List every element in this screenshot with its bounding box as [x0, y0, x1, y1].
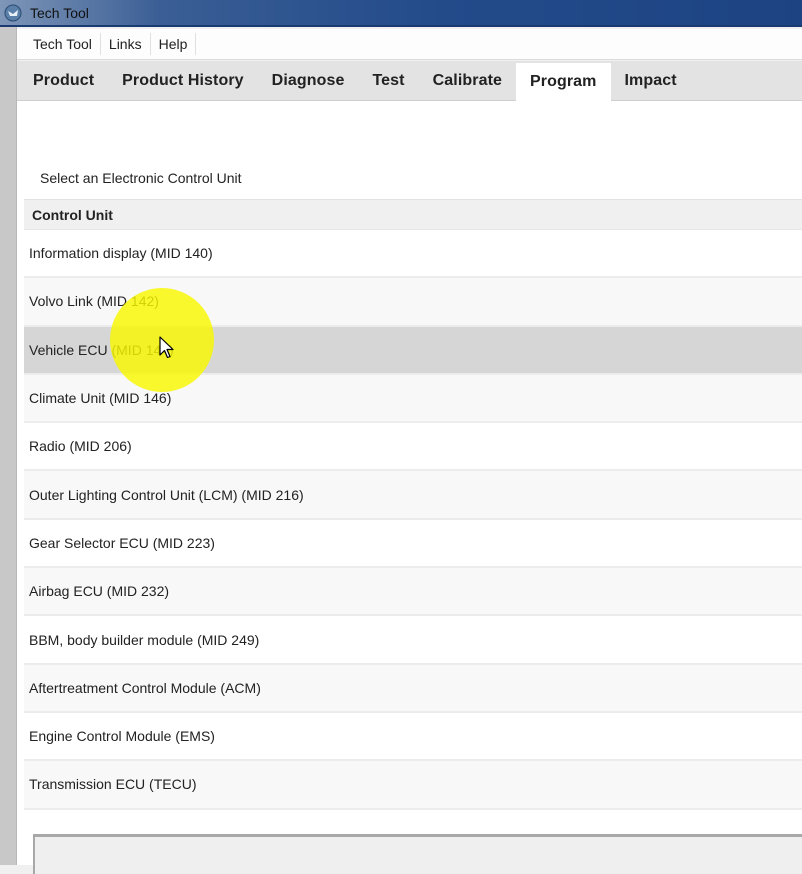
table-row[interactable]: BBM, body builder module (MID 249): [24, 616, 802, 665]
menu-tech-tool[interactable]: Tech Tool: [25, 33, 101, 55]
tab-impact[interactable]: Impact: [611, 61, 691, 100]
menu-links[interactable]: Links: [101, 33, 151, 55]
ecu-detail-box: [33, 834, 802, 874]
program-panel: Select an Electronic Control Unit Contro…: [17, 101, 802, 874]
tab-product-history[interactable]: Product History: [108, 61, 258, 100]
table-row[interactable]: Airbag ECU (MID 232): [24, 568, 802, 617]
table-row[interactable]: Outer Lighting Control Unit (LCM) (MID 2…: [24, 471, 802, 520]
table-row[interactable]: Transmission ECU (TECU): [24, 761, 802, 810]
table-row[interactable]: Information display (MID 140): [24, 230, 802, 279]
select-ecu-prompt: Select an Electronic Control Unit: [40, 170, 242, 186]
menu-help[interactable]: Help: [151, 33, 197, 55]
table-row[interactable]: Gear Selector ECU (MID 223): [24, 519, 802, 569]
tab-test[interactable]: Test: [359, 61, 419, 100]
tech-tool-app-icon: [3, 3, 23, 23]
tab-diagnose[interactable]: Diagnose: [258, 61, 359, 100]
column-header-control-unit[interactable]: Control Unit: [24, 199, 802, 230]
table-row[interactable]: Radio (MID 206): [24, 423, 802, 472]
table-row-selected[interactable]: Vehicle ECU (MID 144): [24, 326, 802, 375]
tab-program[interactable]: Program: [516, 63, 611, 101]
menu-bar: Tech Tool Links Help: [17, 29, 802, 60]
table-row[interactable]: Volvo Link (MID 142): [24, 278, 802, 327]
table-row[interactable]: Aftertreatment Control Module (ACM): [24, 664, 802, 713]
table-row[interactable]: Engine Control Module (EMS): [24, 712, 802, 762]
window-title: Tech Tool: [30, 4, 89, 21]
tab-product[interactable]: Product: [19, 61, 108, 100]
window-titlebar: Tech Tool: [0, 0, 802, 27]
left-rail: [0, 27, 17, 865]
control-unit-table: Control Unit Information display (MID 14…: [24, 199, 802, 810]
tab-calibrate[interactable]: Calibrate: [419, 61, 516, 100]
table-row[interactable]: Climate Unit (MID 146): [24, 374, 802, 424]
main-tab-bar: Product Product History Diagnose Test Ca…: [17, 61, 802, 101]
